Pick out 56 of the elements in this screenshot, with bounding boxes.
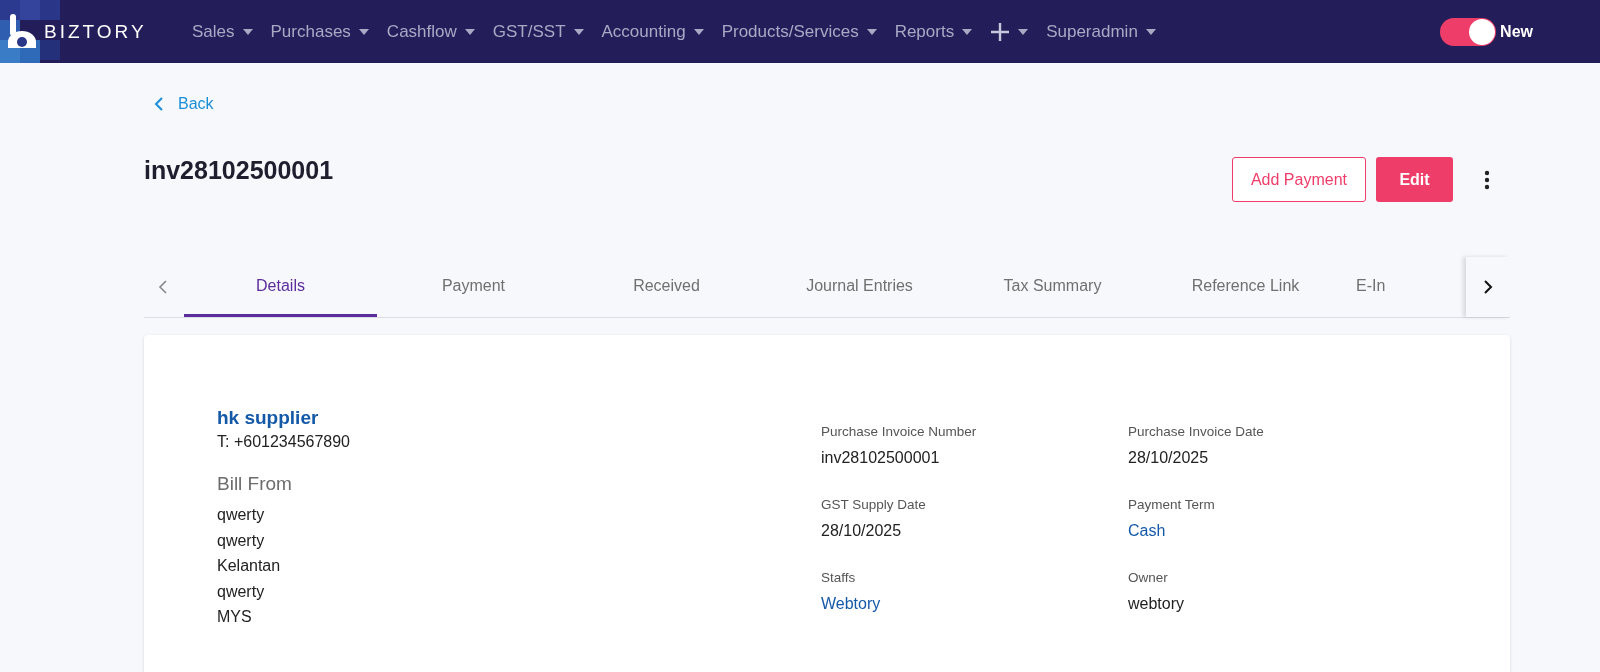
nav-menu-item[interactable]: Purchases <box>270 21 369 42</box>
field-label: Owner <box>1128 570 1169 585</box>
field-label: Payment Term <box>1128 497 1216 512</box>
field-value: webtory <box>1128 595 1186 613</box>
address-line: MYS <box>217 607 253 627</box>
section-heading: Bill From <box>217 473 293 495</box>
invoice-title: inv28102500001 <box>144 156 334 185</box>
caret-icon <box>1145 28 1156 35</box>
nav-menu-item[interactable]: Cashflow <box>386 21 475 42</box>
field-value: 28/10/2025 <box>1128 449 1210 467</box>
field-value-link[interactable]: Webtory <box>821 595 1128 613</box>
field-label: GST Supply Date <box>821 497 927 512</box>
scroll-left-icon[interactable] <box>158 279 168 295</box>
back-link[interactable]: Back <box>154 95 214 113</box>
address-line: qwerty <box>217 581 266 602</box>
tab[interactable]: E-In <box>1342 257 1426 317</box>
brand-name[interactable]: BIZTORY <box>44 20 147 43</box>
nav-menu-item[interactable]: Reports <box>894 21 973 42</box>
nav-menu-item[interactable]: Accounting <box>601 21 704 42</box>
add-payment-button[interactable]: Add Payment <box>1231 157 1366 202</box>
field-value-link[interactable]: Cash <box>1128 522 1428 540</box>
caret-icon <box>573 28 584 35</box>
address-line: qwerty <box>217 530 266 551</box>
caret-icon <box>464 28 475 35</box>
caret-icon <box>242 28 253 35</box>
caret-icon <box>693 28 704 35</box>
add-menu-button[interactable] <box>990 21 1029 42</box>
supplier-phone: T: +601234567890 <box>217 433 351 451</box>
tab[interactable]: Payment <box>377 257 570 317</box>
tab[interactable]: Details <box>184 257 377 317</box>
supplier-name[interactable]: hk supplier <box>217 407 821 429</box>
field-value: 28/10/2025 <box>821 522 903 540</box>
tab[interactable]: Reference Link <box>1149 257 1342 317</box>
nav-menu-item[interactable]: GST/SST <box>492 21 584 42</box>
caret-icon <box>358 28 369 35</box>
nav-menu-item[interactable]: Sales <box>192 21 253 42</box>
field-label: Purchase Invoice Date <box>1128 424 1265 439</box>
caret-icon <box>962 28 973 35</box>
tab[interactable]: Journal Entries <box>763 257 956 317</box>
chevron-left-icon <box>154 97 164 111</box>
nav-menu-item[interactable]: Products/Services <box>721 21 877 42</box>
tab[interactable]: Tax Summary <box>956 257 1149 317</box>
toggle-switch[interactable] <box>1440 17 1497 46</box>
field-label: Staffs <box>821 570 857 585</box>
edit-button[interactable]: Edit <box>1376 157 1453 202</box>
nav-menu-item[interactable]: Superadmin <box>1046 21 1156 42</box>
caret-icon <box>1018 28 1029 35</box>
field-value: inv28102500001 <box>821 449 941 467</box>
address-line: qwerty <box>217 505 266 525</box>
chevron-right-icon <box>1483 279 1493 295</box>
tab[interactable]: Received <box>570 257 763 317</box>
address-line: Kelantan <box>217 556 282 576</box>
more-options-icon[interactable] <box>1484 169 1490 190</box>
caret-icon <box>866 28 877 35</box>
field-label: Purchase Invoice Number <box>821 424 978 439</box>
toggle-label: New <box>1500 22 1533 41</box>
